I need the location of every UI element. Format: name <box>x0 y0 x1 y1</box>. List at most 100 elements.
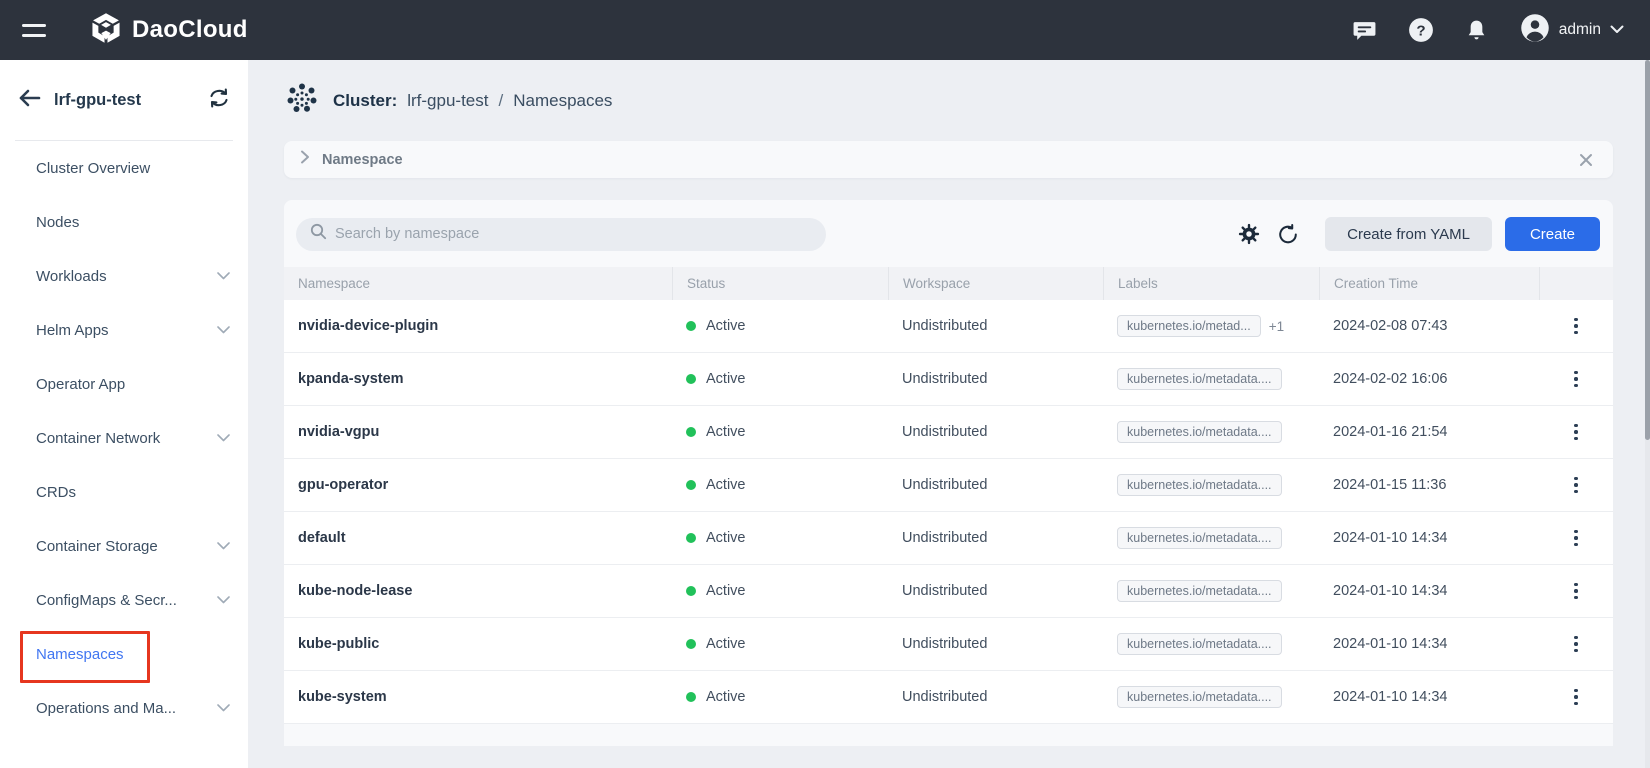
actions-cell <box>1539 671 1613 723</box>
actions-cell <box>1539 406 1613 458</box>
status-dot <box>686 692 696 702</box>
status-cell: Active <box>672 618 888 670</box>
switch-cluster-icon[interactable] <box>208 88 230 113</box>
sidebar-item-label: Cluster Overview <box>36 160 217 177</box>
user-menu[interactable]: admin <box>1520 13 1624 48</box>
namespace-name-cell[interactable]: kube-system <box>284 671 672 723</box>
kebab-menu-icon[interactable] <box>1568 471 1584 500</box>
brand-name: DaoCloud <box>132 16 248 44</box>
status-dot <box>686 533 696 543</box>
sidebar-item-crds[interactable]: CRDs <box>0 465 248 519</box>
sidebar-item-label: ConfigMaps & Secr... <box>36 592 217 609</box>
sidebar-item-label: Namespaces <box>36 646 217 663</box>
column-header-namespace[interactable]: Namespace <box>284 267 672 300</box>
namespace-name-cell[interactable]: kpanda-system <box>284 353 672 405</box>
kebab-menu-icon[interactable] <box>1568 630 1584 659</box>
sidebar-item-label: CRDs <box>36 484 217 501</box>
hamburger-menu-icon[interactable] <box>22 24 46 37</box>
sidebar-item-namespaces[interactable]: Namespaces <box>0 627 248 681</box>
extra-labels-badge[interactable]: +1 <box>1269 319 1284 334</box>
sidebar-item-cluster-overview[interactable]: Cluster Overview <box>0 141 248 195</box>
user-chevron-down-icon <box>1610 21 1624 39</box>
labels-cell: kubernetes.io/metadata.... <box>1103 671 1319 723</box>
help-icon[interactable]: ? <box>1408 17 1434 43</box>
column-header-status[interactable]: Status <box>672 267 888 300</box>
status-cell: Active <box>672 671 888 723</box>
label-chip[interactable]: kubernetes.io/metadata.... <box>1117 527 1282 549</box>
label-chip[interactable]: kubernetes.io/metadata.... <box>1117 421 1282 443</box>
search-input[interactable] <box>335 226 812 242</box>
column-header-actions <box>1539 267 1613 300</box>
chevron-down-icon <box>217 434 230 442</box>
sidebar-item-nodes[interactable]: Nodes <box>0 195 248 249</box>
user-name: admin <box>1559 21 1601 39</box>
actions-cell <box>1539 353 1613 405</box>
table-row: nvidia-vgpu Active Undistributed kuberne… <box>284 406 1613 459</box>
kebab-menu-icon[interactable] <box>1568 577 1584 606</box>
namespace-name-cell[interactable]: kube-public <box>284 618 672 670</box>
status-text: Active <box>706 477 746 493</box>
status-dot <box>686 321 696 331</box>
status-text: Active <box>706 371 746 387</box>
avatar <box>1520 13 1550 48</box>
status-cell: Active <box>672 406 888 458</box>
namespace-name-cell[interactable]: nvidia-device-plugin <box>284 300 672 352</box>
chevron-down-icon <box>217 704 230 712</box>
label-chip[interactable]: kubernetes.io/metadata.... <box>1117 580 1282 602</box>
chevron-down-icon <box>217 326 230 334</box>
actions-cell <box>1539 300 1613 352</box>
kebab-menu-icon[interactable] <box>1568 524 1584 553</box>
sidebar-item-operator-app[interactable]: Operator App <box>0 357 248 411</box>
workspace-cell: Undistributed <box>888 618 1103 670</box>
namespace-name-cell[interactable]: default <box>284 512 672 564</box>
panel-close-icon[interactable] <box>1579 153 1593 167</box>
sidebar-item-workloads[interactable]: Workloads <box>0 249 248 303</box>
status-text: Active <box>706 318 746 334</box>
column-header-workspace[interactable]: Workspace <box>888 267 1103 300</box>
sidebar-item-container-network[interactable]: Container Network <box>0 411 248 465</box>
workspace-cell: Undistributed <box>888 565 1103 617</box>
labels-cell: kubernetes.io/metadata.... <box>1103 406 1319 458</box>
namespace-name-cell[interactable]: nvidia-vgpu <box>284 406 672 458</box>
table-body: nvidia-device-plugin Active Undistribute… <box>284 300 1613 724</box>
kebab-menu-icon[interactable] <box>1568 683 1584 712</box>
messages-icon[interactable] <box>1352 17 1378 43</box>
kebab-menu-icon[interactable] <box>1568 365 1584 394</box>
refresh-icon[interactable] <box>1277 223 1299 245</box>
actions-cell <box>1539 512 1613 564</box>
column-header-creation-time[interactable]: Creation Time <box>1319 267 1539 300</box>
sidebar-item-configmaps-secr[interactable]: ConfigMaps & Secr... <box>0 573 248 627</box>
search-box[interactable] <box>296 218 826 251</box>
namespace-name-cell[interactable]: kube-node-lease <box>284 565 672 617</box>
main-content: Cluster: lrf-gpu-test / Namespaces Names… <box>248 60 1650 768</box>
sidebar-item-container-storage[interactable]: Container Storage <box>0 519 248 573</box>
notifications-bell-icon[interactable] <box>1464 17 1490 43</box>
breadcrumb-cluster-value[interactable]: lrf-gpu-test <box>407 91 488 111</box>
status-text: Active <box>706 689 746 705</box>
column-header-labels[interactable]: Labels <box>1103 267 1319 300</box>
sidebar-item-operations-and-ma[interactable]: Operations and Ma... <box>0 681 248 735</box>
namespace-collapse-panel[interactable]: Namespace <box>284 141 1613 178</box>
label-chip[interactable]: kubernetes.io/metadata.... <box>1117 368 1282 390</box>
create-button[interactable]: Create <box>1505 217 1600 251</box>
status-text: Active <box>706 583 746 599</box>
label-chip[interactable]: kubernetes.io/metad... <box>1117 315 1261 337</box>
workspace-cell: Undistributed <box>888 671 1103 723</box>
kebab-menu-icon[interactable] <box>1568 312 1584 341</box>
label-chip[interactable]: kubernetes.io/metadata.... <box>1117 686 1282 708</box>
scrollbar-thumb[interactable] <box>1645 60 1650 440</box>
kebab-menu-icon[interactable] <box>1568 418 1584 447</box>
namespace-name-cell[interactable]: gpu-operator <box>284 459 672 511</box>
page-scrollbar[interactable] <box>1645 60 1650 768</box>
label-chip[interactable]: kubernetes.io/metadata.... <box>1117 633 1282 655</box>
create-from-yaml-button[interactable]: Create from YAML <box>1325 217 1492 251</box>
panel-chevron-right-icon[interactable] <box>300 150 310 169</box>
status-cell: Active <box>672 300 888 352</box>
label-chip[interactable]: kubernetes.io/metadata.... <box>1117 474 1282 496</box>
back-arrow-icon[interactable] <box>18 89 41 112</box>
status-cell: Active <box>672 565 888 617</box>
brand[interactable]: DaoCloud <box>90 12 248 49</box>
workspace-cell: Undistributed <box>888 300 1103 352</box>
sidebar-item-helm-apps[interactable]: Helm Apps <box>0 303 248 357</box>
settings-gear-icon[interactable] <box>1238 223 1260 245</box>
